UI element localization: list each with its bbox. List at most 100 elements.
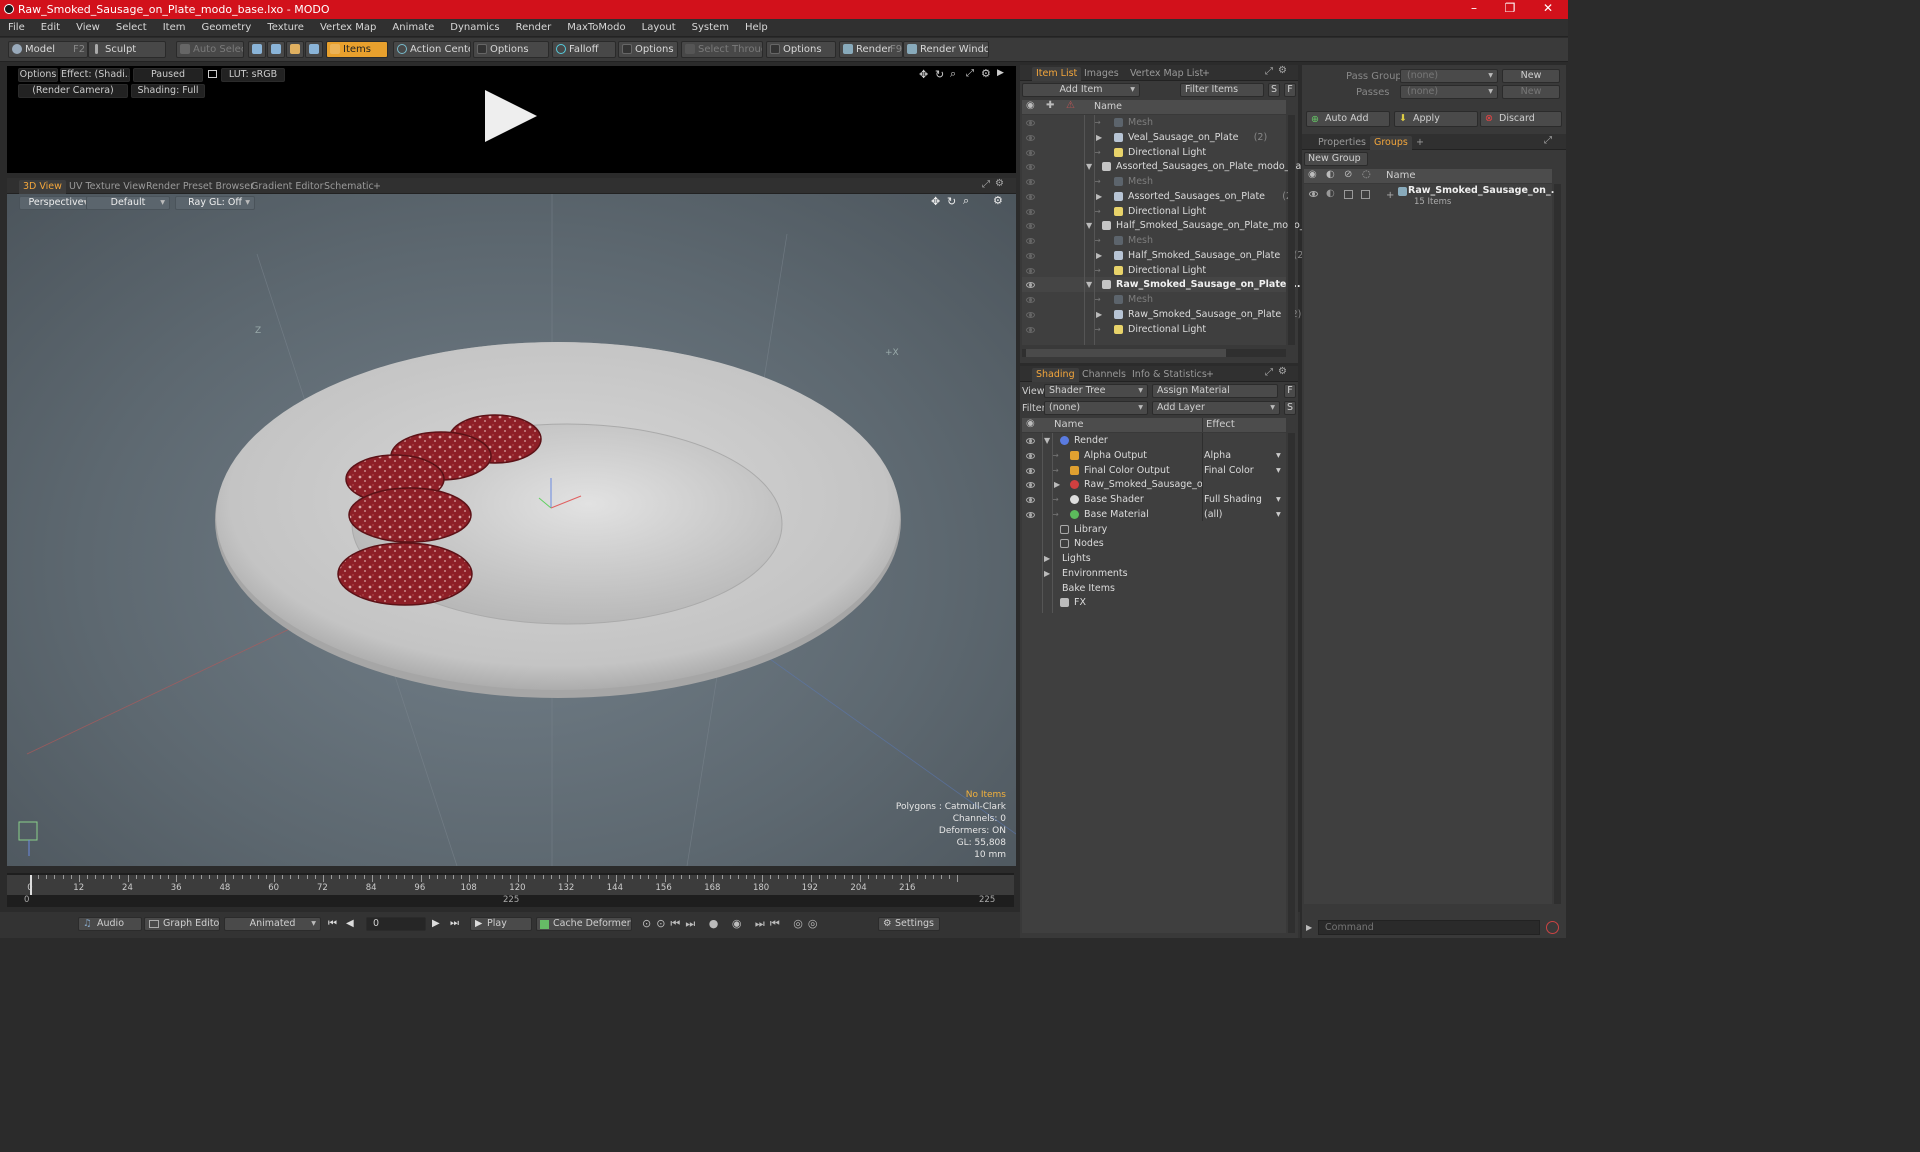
item-row[interactable]: ▼ Half_Smoked_Sausage_on_Plate_modo_...: [1022, 218, 1314, 233]
select-vertices-button[interactable]: [248, 41, 266, 58]
item-row[interactable]: → Mesh: [1022, 233, 1286, 248]
collapse-icon[interactable]: ▼: [1086, 159, 1092, 174]
action-center-options-button[interactable]: Options: [473, 41, 549, 58]
eye-icon[interactable]: [1026, 193, 1035, 200]
menu-texture[interactable]: Texture: [259, 22, 312, 33]
expand-icon[interactable]: ▶: [1096, 307, 1102, 322]
eye-icon[interactable]: [1026, 179, 1035, 185]
command-input[interactable]: [1318, 920, 1540, 935]
new-group-button[interactable]: New Group: [1304, 152, 1368, 166]
gear-icon[interactable]: ⚙: [981, 67, 991, 80]
tab-properties[interactable]: Properties: [1314, 136, 1370, 150]
command-expand-icon[interactable]: ▶: [1306, 923, 1312, 932]
filter-items-field[interactable]: Filter Items: [1180, 83, 1264, 97]
close-button[interactable]: ✕: [1530, 0, 1566, 19]
items-button[interactable]: Items: [326, 41, 388, 58]
item-row[interactable]: → Directional Light: [1022, 263, 1286, 278]
collapse-icon[interactable]: ▼: [1044, 433, 1050, 448]
render-camera-dropdown[interactable]: (Render Camera): [18, 84, 128, 98]
collapse-icon[interactable]: ▼: [1086, 218, 1092, 233]
filter-f-button[interactable]: F: [1284, 83, 1296, 97]
item-row[interactable]: ▶Raw_Smoked_Sausage_on_Plate(2): [1022, 307, 1301, 322]
eye-icon[interactable]: [1026, 511, 1035, 518]
menu-system[interactable]: System: [684, 22, 737, 33]
3d-viewport[interactable]: Perspective Default Ray GL: Off ✥ ↻ ⌕ ⚙: [7, 194, 1016, 866]
shader-row[interactable]: Bake Items: [1022, 581, 1286, 596]
tab-shading[interactable]: Shading: [1032, 368, 1079, 382]
expand-icon[interactable]: ▶: [1096, 248, 1102, 263]
item-row[interactable]: ▶ Veal_Sausage_on_Plate (2): [1022, 130, 1286, 145]
eye-icon[interactable]: [1309, 191, 1318, 197]
menu-vertex-map[interactable]: Vertex Map: [312, 22, 384, 33]
item-row[interactable]: → Directional Light: [1022, 322, 1286, 337]
shader-row[interactable]: Nodes: [1022, 536, 1286, 551]
shader-row[interactable]: ▶ Environments: [1022, 566, 1286, 581]
pass-groups-dropdown[interactable]: (none): [1400, 69, 1498, 83]
lut-dropdown[interactable]: LUT: sRGB: [221, 68, 285, 82]
go-to-start-icon[interactable]: ⏮: [328, 918, 337, 929]
item-row[interactable]: ▼ Assorted_Sausages_on_Plate_modo_ba ...: [1022, 159, 1313, 174]
shading-dropdown[interactable]: Shading: Full: [131, 84, 205, 98]
tab-groups[interactable]: Groups: [1370, 136, 1412, 150]
shading-f-button[interactable]: F: [1284, 384, 1296, 398]
play-button[interactable]: ▶ Play: [470, 917, 532, 931]
passes-dropdown[interactable]: (none): [1400, 85, 1498, 99]
lock-toggle[interactable]: [1344, 190, 1353, 199]
sculpt-button[interactable]: Sculpt: [88, 41, 166, 58]
go-to-end-icon[interactable]: ⏭: [450, 918, 459, 929]
model-button[interactable]: Model F2: [8, 41, 88, 58]
tab-render-preset-browser[interactable]: Render Preset Browser: [142, 180, 258, 194]
auto-select-button[interactable]: Auto Select: [176, 41, 244, 58]
menu-item[interactable]: Item: [155, 22, 194, 33]
action-center-button[interactable]: Action Center: [393, 41, 471, 58]
eye-icon[interactable]: [1026, 452, 1035, 459]
maximize-panel-icon[interactable]: ⤢: [982, 179, 990, 190]
tab-gradient-editor[interactable]: Gradient Editor: [247, 180, 327, 194]
eye-icon[interactable]: [1026, 482, 1035, 489]
maximize-view-icon[interactable]: ⤢: [966, 68, 974, 79]
audio-button[interactable]: ♫ Audio: [78, 917, 142, 931]
falloff-button[interactable]: Falloff: [552, 41, 616, 58]
eye-icon[interactable]: [1026, 282, 1035, 289]
select-polygons-button[interactable]: [286, 41, 304, 58]
eye-icon[interactable]: [1026, 149, 1035, 156]
item-row[interactable]: → Mesh: [1022, 292, 1286, 307]
shader-row[interactable]: → Alpha Output Alpha ▾: [1022, 448, 1286, 463]
item-row[interactable]: ▼ Raw_Smoked_Sausage_on_Plate ...: [1022, 277, 1300, 293]
timeline[interactable]: 0 12 24 36 48 60 72 84 96 108 120 132 144 156 168 180 19…: [7, 873, 1014, 907]
eye-icon[interactable]: [1026, 297, 1035, 303]
rotate-view-icon[interactable]: ↻: [935, 68, 944, 81]
cache-deformers-button[interactable]: Cache Deformers: [536, 917, 632, 931]
effect-dropdown[interactable]: Full Shading: [1204, 492, 1284, 507]
tab-vertex-map-list[interactable]: Vertex Map List: [1126, 67, 1207, 81]
keyframe-tools-icon[interactable]: ⊙⊙⏮⏭ ● ◉ ⏭⏮ ◎◎: [642, 917, 822, 931]
shader-row[interactable]: ▶ Raw_Smoked_Sausage_on...: [1022, 477, 1286, 492]
maximize-panel-icon[interactable]: ⤢: [1544, 135, 1552, 146]
groups-scrollbar[interactable]: [1554, 184, 1561, 904]
select-through-button[interactable]: Select Through: [681, 41, 763, 58]
add-tab-button[interactable]: +: [1202, 368, 1218, 382]
tab-images[interactable]: Images: [1080, 67, 1123, 81]
select-materials-button[interactable]: [305, 41, 323, 58]
eye-icon[interactable]: [1026, 267, 1035, 274]
menu-render[interactable]: Render: [508, 22, 560, 33]
expand-icon[interactable]: ▶: [1096, 130, 1102, 145]
render-button[interactable]: Render F9: [839, 41, 903, 58]
menu-help[interactable]: Help: [737, 22, 776, 33]
menu-maxtomodo[interactable]: MaxToModo: [559, 22, 633, 33]
maximize-panel-icon[interactable]: ⤢: [1265, 66, 1273, 77]
expand-icon[interactable]: ▶: [1044, 566, 1050, 581]
eye-icon[interactable]: [1026, 438, 1035, 444]
eye-icon[interactable]: [1026, 164, 1035, 171]
item-row[interactable]: → Mesh: [1022, 115, 1286, 130]
menu-dynamics[interactable]: Dynamics: [442, 22, 507, 33]
new-pass-group-button[interactable]: New: [1502, 69, 1560, 83]
apply-button[interactable]: ⬇ Apply: [1394, 111, 1478, 127]
maximize-button[interactable]: ❐: [1492, 0, 1528, 19]
item-row[interactable]: ▶Assorted_Sausages_on_Plate(2): [1022, 189, 1296, 204]
tab-uv-texture-view[interactable]: UV Texture View: [65, 180, 150, 194]
eye-icon[interactable]: [1026, 223, 1035, 230]
menu-file[interactable]: File: [0, 22, 33, 33]
menu-layout[interactable]: Layout: [634, 22, 684, 33]
add-tab-button[interactable]: +: [1412, 136, 1428, 150]
